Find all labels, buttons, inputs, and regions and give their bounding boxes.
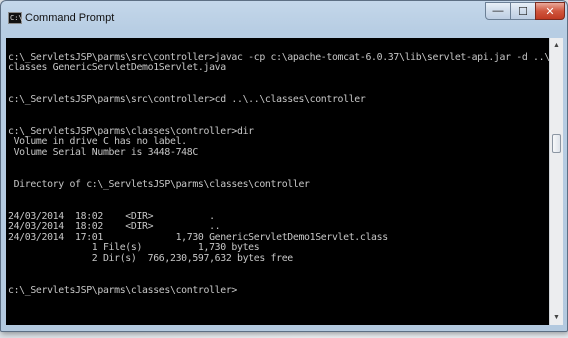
scroll-down-arrow-icon[interactable]: ▼ bbox=[551, 311, 562, 324]
vertical-scrollbar[interactable]: ▲ ▼ bbox=[549, 38, 563, 325]
console-line: 2 Dir(s) 766,230,597,632 bytes free bbox=[8, 252, 293, 264]
minimize-button[interactable]: — bbox=[485, 2, 511, 20]
console-line: Directory of c:\_ServletsJSP\parms\class… bbox=[8, 178, 310, 190]
console-output[interactable]: c:\_ServletsJSP\parms\src\controller>jav… bbox=[6, 38, 549, 325]
scroll-up-arrow-icon[interactable]: ▲ bbox=[551, 39, 562, 52]
maximize-button[interactable]: ☐ bbox=[510, 2, 536, 20]
console-line: Volume Serial Number is 3448-748C bbox=[8, 146, 199, 158]
console-line: classes GenericServletDemo1Servlet.java bbox=[8, 62, 226, 74]
maximize-icon: ☐ bbox=[518, 5, 528, 18]
window-title: Command Prompt bbox=[25, 12, 115, 24]
console-text: c:\_ServletsJSP\parms\src\controller>jav… bbox=[8, 42, 549, 296]
command-prompt-window: C:\ Command Prompt — ☐ ✕ c:\_ServletsJSP… bbox=[0, 0, 568, 332]
console-line: c:\_ServletsJSP\parms\src\controller>cd … bbox=[8, 93, 366, 105]
console-line: c:\_ServletsJSP\parms\classes\controller… bbox=[8, 284, 238, 296]
title-bar[interactable]: C:\ Command Prompt — ☐ ✕ bbox=[1, 1, 567, 35]
cmd-app-icon[interactable]: C:\ bbox=[8, 12, 23, 24]
close-button[interactable]: ✕ bbox=[535, 2, 565, 20]
scrollbar-thumb[interactable] bbox=[552, 134, 561, 153]
close-icon: ✕ bbox=[545, 5, 555, 18]
minimize-icon: — bbox=[492, 5, 504, 17]
